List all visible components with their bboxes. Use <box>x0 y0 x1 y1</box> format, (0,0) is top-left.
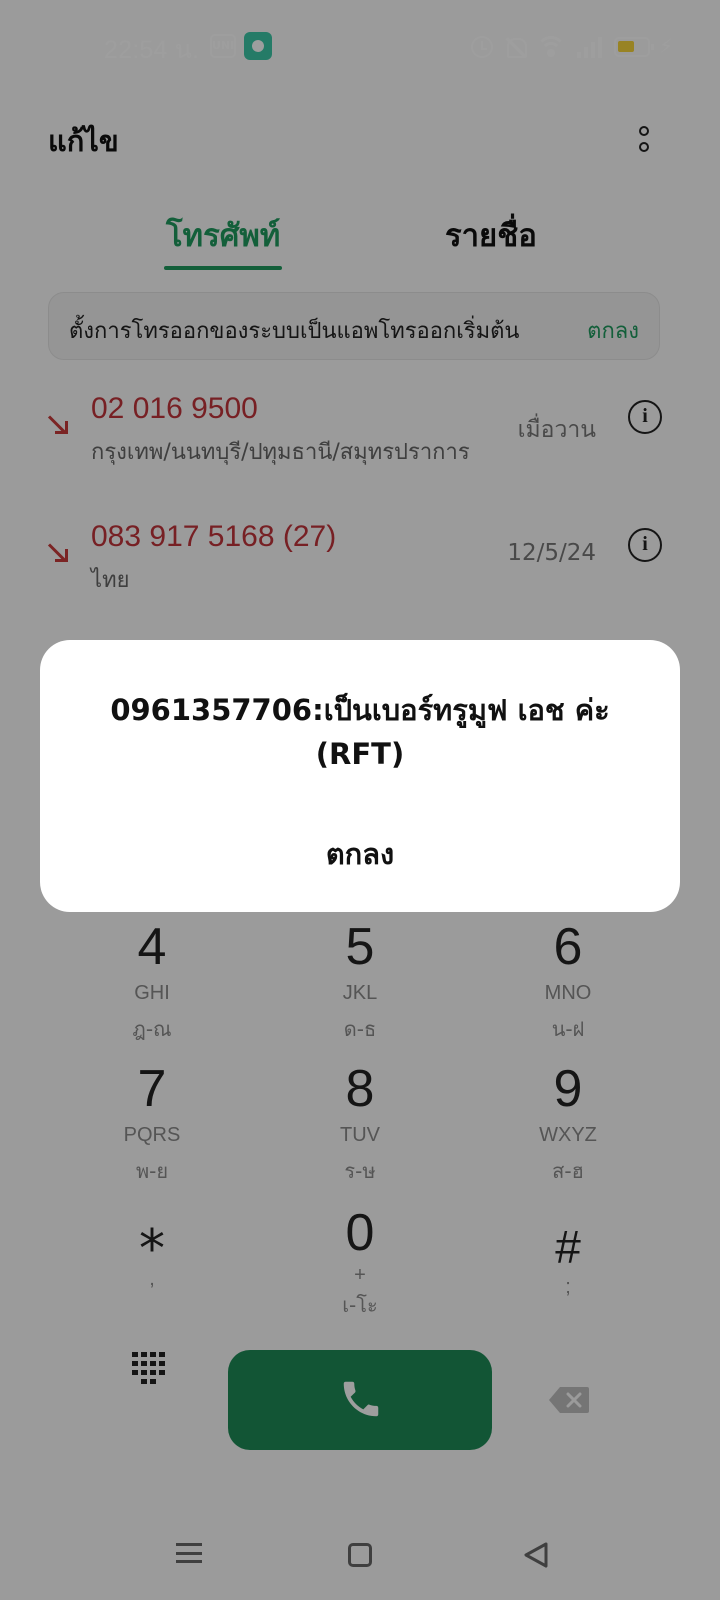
dialog-message: 0961357706:เป็นเบอร์ทรูมูฟ เอช ค่ะ (RFT) <box>110 693 610 771</box>
dialog-ok-button[interactable]: ตกลง <box>40 826 680 882</box>
carrier-info-dialog: 0961357706:เป็นเบอร์ทรูมูฟ เอช ค่ะ (RFT)… <box>40 640 680 912</box>
